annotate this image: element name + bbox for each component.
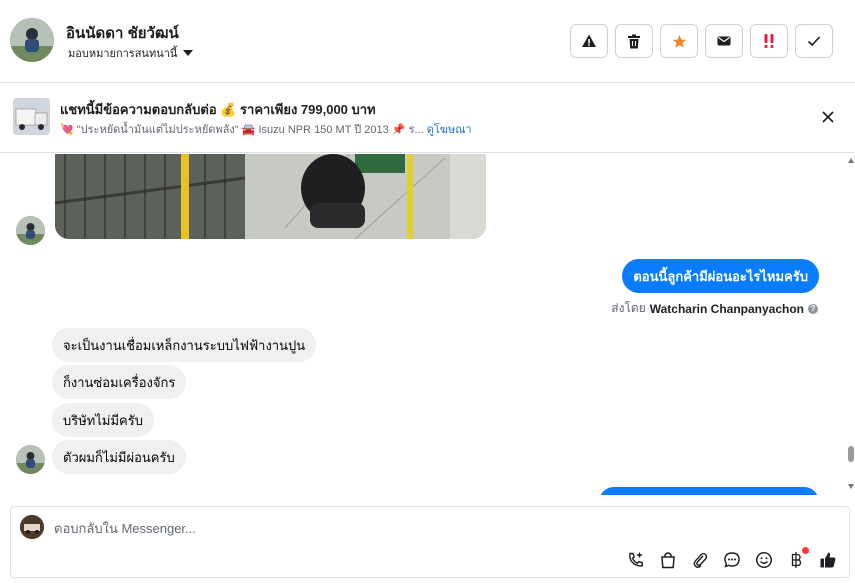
conversation-header: อินนัดดา ชัยวัฒน์ มอบหมายการสนทนานี้ <box>0 0 855 83</box>
phone-plus-button[interactable] <box>627 551 645 569</box>
contact-avatar-small <box>16 445 45 474</box>
saved-replies-button[interactable] <box>723 551 741 569</box>
mark-spam-button[interactable] <box>570 24 608 58</box>
page-avatar <box>20 515 44 539</box>
message-thread[interactable]: ตอนนี้ลูกค้ามีผ่อนอะไรไหมครับ ส่งโดย Wat… <box>0 154 855 495</box>
help-icon[interactable]: ? <box>808 303 818 314</box>
bag-icon <box>661 552 675 569</box>
attach-button[interactable] <box>691 551 709 569</box>
thumbs-up-icon <box>820 552 836 568</box>
header-actions <box>570 24 833 58</box>
shop-button[interactable] <box>659 551 677 569</box>
double-exclamation-icon <box>764 34 774 48</box>
ad-context-bar: แชทนี้มีข้อความตอบกลับต่อ 💰 ราคาเพียง 79… <box>0 84 855 153</box>
scroll-down-arrow[interactable] <box>848 484 854 489</box>
close-icon[interactable] <box>820 109 836 125</box>
view-ad-link[interactable]: ดูโฆษณา <box>427 124 472 136</box>
baht-icon <box>791 552 802 568</box>
chevron-down-icon[interactable] <box>183 50 194 56</box>
contact-avatar-small <box>16 216 45 245</box>
incoming-message[interactable]: ก็งานซ่อมเครื่องจักร <box>52 365 187 399</box>
mark-unread-button[interactable] <box>705 24 743 58</box>
outgoing-message[interactable]: ตอนนี้ลูกค้ามีผ่อนอะไรไหมครับ <box>622 259 819 293</box>
image-attachment[interactable] <box>55 154 486 239</box>
contact-name[interactable]: อินนัดดา ชัยวัฒน์ <box>66 21 179 45</box>
smiley-icon <box>755 551 773 569</box>
follow-up-button[interactable] <box>750 24 788 58</box>
check-icon <box>807 36 821 47</box>
envelope-icon <box>717 36 731 46</box>
composer-toolbar <box>627 547 837 569</box>
assign-label: มอบหมายการสนทนานี้ <box>68 48 178 60</box>
assign-conversation[interactable]: มอบหมายการสนทนานี้ <box>68 44 194 62</box>
scroll-thumb[interactable] <box>848 446 854 462</box>
ad-subtitle-text: 💘 "ประหยัดน้ำมันแต่ไม่ประหยัดพลัง" 🚘 Isu… <box>60 124 424 136</box>
reply-input[interactable] <box>54 515 814 541</box>
star-icon <box>672 34 686 48</box>
payment-button[interactable] <box>787 547 809 569</box>
ad-title: แชทนี้มีข้อความตอบกลับต่อ 💰 ราคาเพียง 79… <box>60 102 376 117</box>
incoming-message[interactable]: ตัวผมก็ไม่มีผ่อนครับ <box>52 440 186 474</box>
scroll-up-arrow[interactable] <box>848 158 854 163</box>
paperclip-icon <box>693 552 708 568</box>
sent-by-name: Watcharin Chanpanyachon <box>649 301 804 316</box>
thumbs-up-button[interactable] <box>819 551 837 569</box>
sent-by-prefix: ส่งโดย <box>611 301 646 315</box>
ad-subtitle: 💘 "ประหยัดน้ำมันแต่ไม่ประหยัดพลัง" 🚘 Isu… <box>60 120 472 138</box>
emoji-button[interactable] <box>755 551 773 569</box>
sent-by-info: ส่งโดย Watcharin Chanpanyachon ? <box>611 299 818 318</box>
mark-done-button[interactable] <box>795 24 833 58</box>
contact-avatar[interactable] <box>10 18 54 62</box>
incoming-message[interactable]: จะเป็นงานเชื่อมเหล็กงานระบบไฟฟ้างานปูน <box>52 328 317 362</box>
thread-scrollbar[interactable] <box>847 154 855 495</box>
warning-icon <box>582 34 596 47</box>
incoming-message[interactable]: บริษัทไม่มีครับ <box>52 403 154 437</box>
trash-icon <box>628 34 640 48</box>
message-composer <box>10 506 850 578</box>
phone-plus-icon <box>629 552 643 567</box>
notification-dot <box>802 547 809 554</box>
star-button[interactable] <box>660 24 698 58</box>
ad-thumbnail[interactable] <box>13 98 50 135</box>
delete-button[interactable] <box>615 24 653 58</box>
speech-dots-icon <box>724 552 740 568</box>
outgoing-message-partial[interactable] <box>599 487 819 495</box>
